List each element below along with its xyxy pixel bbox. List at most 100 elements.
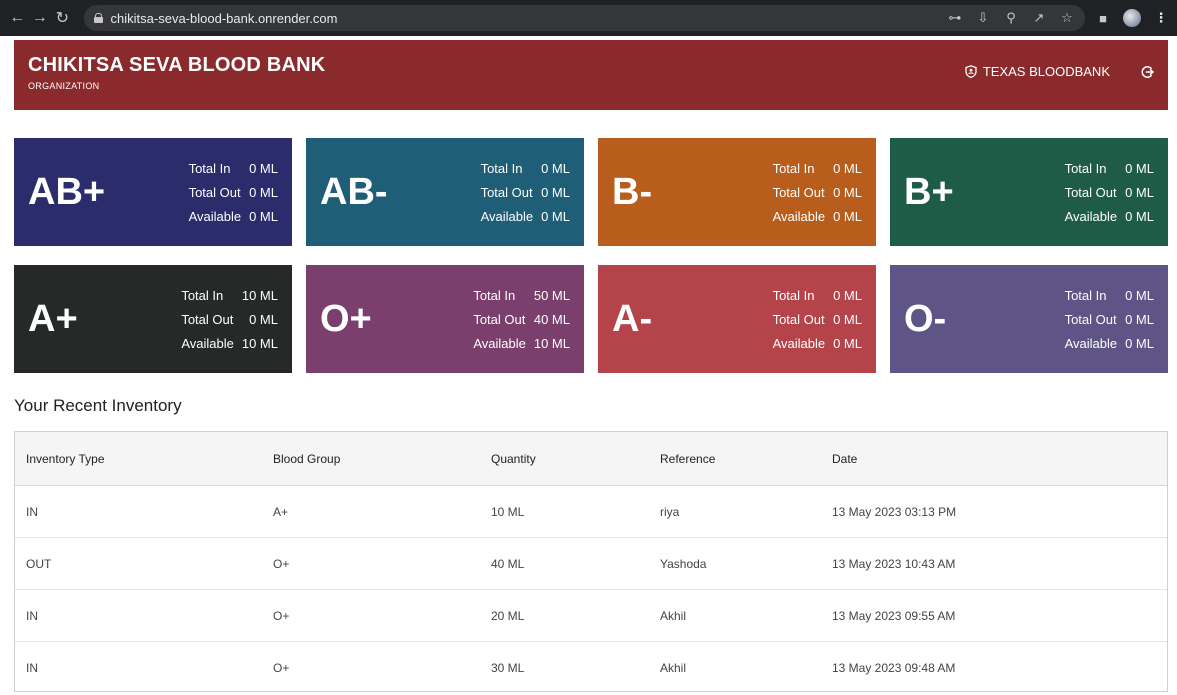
cell-inventory-type: OUT <box>26 556 52 571</box>
available-value: 0 ML <box>541 208 570 224</box>
table-row[interactable]: IN O+ 20 ML Akhil 13 May 2023 09:55 AM <box>15 590 1167 642</box>
address-bar[interactable]: chikitsa-seva-blood-bank.onrender.com ⊶ … <box>83 5 1085 31</box>
total-in-label: Total In <box>1064 160 1107 176</box>
cell-date: 13 May 2023 10:43 AM <box>832 556 956 571</box>
blood-group-label: B+ <box>904 170 954 213</box>
total-out-label: Total Out <box>473 311 526 327</box>
brand-subtitle: ORGANIZATION <box>28 81 100 91</box>
share-icon[interactable]: ↗ <box>1031 10 1047 26</box>
blood-card: B- Total In 0 ML Total Out 0 ML Available 0 ML <box>598 138 876 246</box>
cell-date: 13 May 2023 09:48 AM <box>832 661 956 675</box>
key-icon[interactable]: ⊶ <box>947 10 963 26</box>
user-badge: TEXAS BLOODBANK <box>965 64 1110 79</box>
available-value: 10 ML <box>241 335 278 351</box>
available-value: 0 ML <box>1125 208 1154 224</box>
total-out-label: Total Out <box>1064 311 1117 327</box>
brand-title[interactable]: CHIKITSA SEVA BLOOD BANK <box>28 54 325 77</box>
url-text: chikitsa-seva-blood-bank.onrender.com <box>110 10 338 26</box>
column-header-date: Date <box>832 451 858 466</box>
blood-group-label: O- <box>904 297 947 340</box>
table-row[interactable]: IN A+ 10 ML riya 13 May 2023 03:13 PM <box>15 486 1167 538</box>
star-icon[interactable]: ☆ <box>1059 10 1075 26</box>
total-in-value: 50 ML <box>533 287 570 303</box>
blood-stats: Total In 0 ML Total Out 0 ML Available 0 ML <box>1065 161 1154 224</box>
forward-icon[interactable]: → <box>31 8 50 28</box>
column-header-inventory-type: Inventory Type <box>26 451 105 466</box>
install-icon[interactable]: ⇩ <box>975 10 991 26</box>
blood-stats: Total In 0 ML Total Out 0 ML Available 0 ML <box>1065 288 1154 351</box>
total-out-value: 0 ML <box>1125 184 1154 200</box>
total-in-value: 0 ML <box>1125 160 1154 176</box>
cell-quantity: 10 ML <box>491 504 525 519</box>
table-header: Inventory Type Blood Group Quantity Refe… <box>15 432 1167 486</box>
total-in-label: Total In <box>473 287 516 303</box>
blood-card: AB- Total In 0 ML Total Out 0 ML Available 0 M… <box>306 138 584 246</box>
available-value: 0 ML <box>1125 335 1154 351</box>
blood-card: B+ Total In 0 ML Total Out 0 ML Available 0 ML <box>890 138 1168 246</box>
cell-blood-group: O+ <box>273 608 290 623</box>
blood-group-label: A+ <box>28 297 78 340</box>
blood-card: A- Total In 0 ML Total Out 0 ML Available 0 ML <box>598 265 876 373</box>
total-in-label: Total In <box>188 160 231 176</box>
total-in-value: 0 ML <box>833 160 862 176</box>
total-in-value: 10 ML <box>241 287 278 303</box>
total-out-label: Total Out <box>772 311 825 327</box>
app-header: CHIKITSA SEVA BLOOD BANK ORGANIZATION TE… <box>14 40 1168 110</box>
total-out-value: 40 ML <box>533 311 570 327</box>
recent-inventory-title: Your Recent Inventory <box>14 396 182 415</box>
blood-stats: Total In 10 ML Total Out 0 ML Available 10 ML <box>181 288 278 351</box>
user-name: TEXAS BLOODBANK <box>982 64 1110 79</box>
cell-quantity: 30 ML <box>491 661 525 675</box>
side-panel-icon[interactable]: ■ <box>1095 10 1111 26</box>
total-in-value: 0 ML <box>249 160 278 176</box>
profile-avatar[interactable] <box>1123 9 1141 27</box>
total-out-label: Total Out <box>480 184 533 200</box>
cell-quantity: 40 ML <box>491 556 525 571</box>
table-row[interactable]: OUT O+ 40 ML Yashoda 13 May 2023 10:43 AM <box>15 538 1167 590</box>
total-in-value: 0 ML <box>1125 287 1154 303</box>
cell-reference: Akhil <box>660 661 687 675</box>
back-icon[interactable]: ← <box>8 8 27 28</box>
cell-inventory-type: IN <box>26 504 38 519</box>
blood-card: A+ Total In 10 ML Total Out 0 ML Available 10 … <box>14 265 292 373</box>
cell-blood-group: A+ <box>273 504 289 519</box>
available-label: Available <box>473 335 526 351</box>
available-label: Available <box>772 208 826 224</box>
total-out-value: 0 ML <box>249 184 278 200</box>
blood-stats: Total In 50 ML Total Out 40 ML Available 10 M… <box>473 288 570 351</box>
available-value: 0 ML <box>833 208 862 224</box>
available-label: Available <box>188 208 242 224</box>
table-row[interactable]: IN O+ 30 ML Akhil 13 May 2023 09:48 AM <box>15 642 1167 694</box>
cell-date: 13 May 2023 03:13 PM <box>832 504 957 519</box>
cell-date: 13 May 2023 09:55 AM <box>832 608 956 623</box>
total-out-value: 0 ML <box>541 184 570 200</box>
zoom-icon[interactable]: ⚲ <box>1003 10 1019 26</box>
total-in-label: Total In <box>181 287 224 303</box>
column-header-quantity: Quantity <box>491 451 536 466</box>
logout-icon[interactable] <box>1140 65 1154 79</box>
total-out-label: Total Out <box>772 184 825 200</box>
blood-group-label: AB- <box>320 170 388 213</box>
cell-reference: riya <box>660 504 680 519</box>
reload-icon[interactable]: ↻ <box>53 8 72 28</box>
total-out-value: 0 ML <box>249 311 278 327</box>
lock-icon <box>93 13 103 23</box>
total-in-label: Total In <box>772 287 815 303</box>
total-out-label: Total Out <box>181 311 234 327</box>
cell-inventory-type: IN <box>26 661 38 675</box>
blood-stats: Total In 0 ML Total Out 0 ML Available 0 ML <box>773 161 862 224</box>
total-in-label: Total In <box>772 160 815 176</box>
shield-icon <box>965 65 977 78</box>
blood-group-label: A- <box>612 297 653 340</box>
blood-card: O- Total In 0 ML Total Out 0 ML Available 0 ML <box>890 265 1168 373</box>
kebab-menu-icon[interactable]: ⋮ <box>1153 10 1169 26</box>
available-label: Available <box>480 208 534 224</box>
total-out-label: Total Out <box>188 184 241 200</box>
available-value: 0 ML <box>249 208 278 224</box>
cell-quantity: 20 ML <box>491 608 525 623</box>
total-in-label: Total In <box>1064 287 1107 303</box>
available-label: Available <box>181 335 234 351</box>
total-in-label: Total In <box>480 160 523 176</box>
available-value: 0 ML <box>833 335 862 351</box>
blood-stats: Total In 0 ML Total Out 0 ML Available 0 ML <box>189 161 278 224</box>
